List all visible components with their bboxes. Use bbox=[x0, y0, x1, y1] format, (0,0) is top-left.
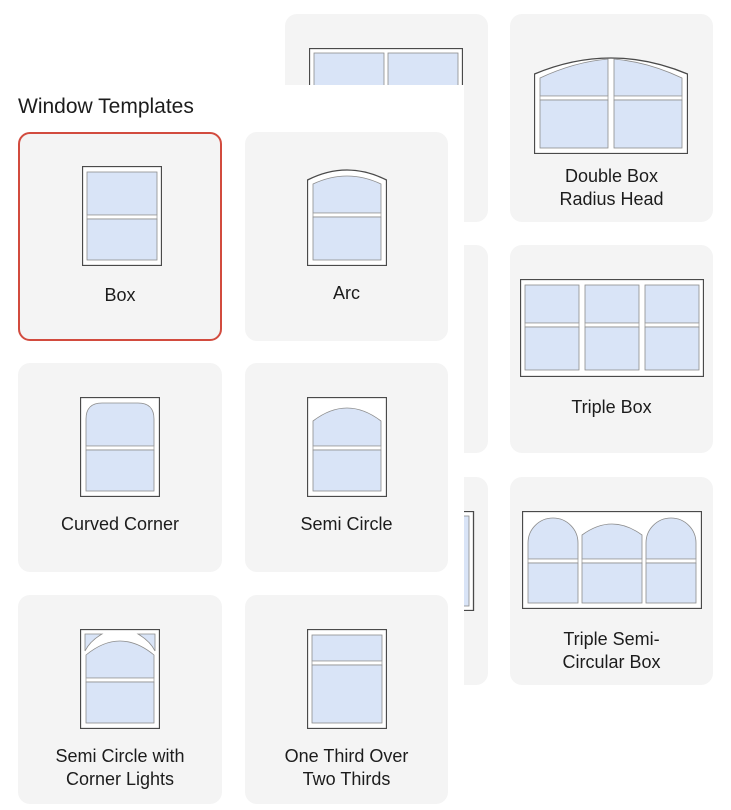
panel-title: Window Templates bbox=[18, 95, 194, 118]
template-card-box[interactable]: Box bbox=[18, 132, 222, 341]
template-label: Double Box Radius Head bbox=[559, 166, 664, 209]
template-card-arc[interactable]: Arc bbox=[245, 132, 448, 341]
window-templates-screen: Double Box Radius Head Triple Box Triple… bbox=[0, 0, 731, 810]
template-label: Semi Circle bbox=[300, 514, 393, 534]
semi-circle-window-icon bbox=[307, 397, 387, 497]
template-label: Semi Circle with Corner Lights bbox=[55, 746, 185, 789]
template-label: One Third Over Two Thirds bbox=[284, 746, 409, 789]
template-card-curved-corner[interactable]: Curved Corner bbox=[18, 363, 222, 572]
template-card-triple-semi-circular-box[interactable]: Triple Semi- Circular Box bbox=[510, 477, 713, 685]
template-label: Triple Box bbox=[571, 397, 652, 417]
semi-circle-corner-lights-window-icon bbox=[80, 629, 160, 729]
template-card-double-box-radius-head[interactable]: Double Box Radius Head bbox=[510, 14, 713, 222]
triple-semi-circular-box-window-icon bbox=[522, 511, 702, 609]
template-label: Arc bbox=[333, 283, 360, 303]
template-card-triple-box[interactable]: Triple Box bbox=[510, 245, 713, 453]
curved-corner-window-icon bbox=[80, 397, 160, 497]
template-label: Triple Semi- Circular Box bbox=[562, 629, 661, 672]
box-window-icon bbox=[82, 166, 162, 266]
one-third-over-two-thirds-window-icon bbox=[307, 629, 387, 729]
template-label: Box bbox=[104, 285, 136, 305]
template-card-semi-circle[interactable]: Semi Circle bbox=[245, 363, 448, 572]
template-card-semi-circle-corner-lights[interactable]: Semi Circle with Corner Lights bbox=[18, 595, 222, 804]
arc-window-icon bbox=[307, 169, 387, 266]
template-label: Curved Corner bbox=[60, 514, 180, 534]
double-box-radius-head-window-icon bbox=[534, 57, 688, 154]
triple-box-window-icon bbox=[520, 279, 704, 377]
template-card-one-third-over-two-thirds[interactable]: One Third Over Two Thirds bbox=[245, 595, 448, 804]
